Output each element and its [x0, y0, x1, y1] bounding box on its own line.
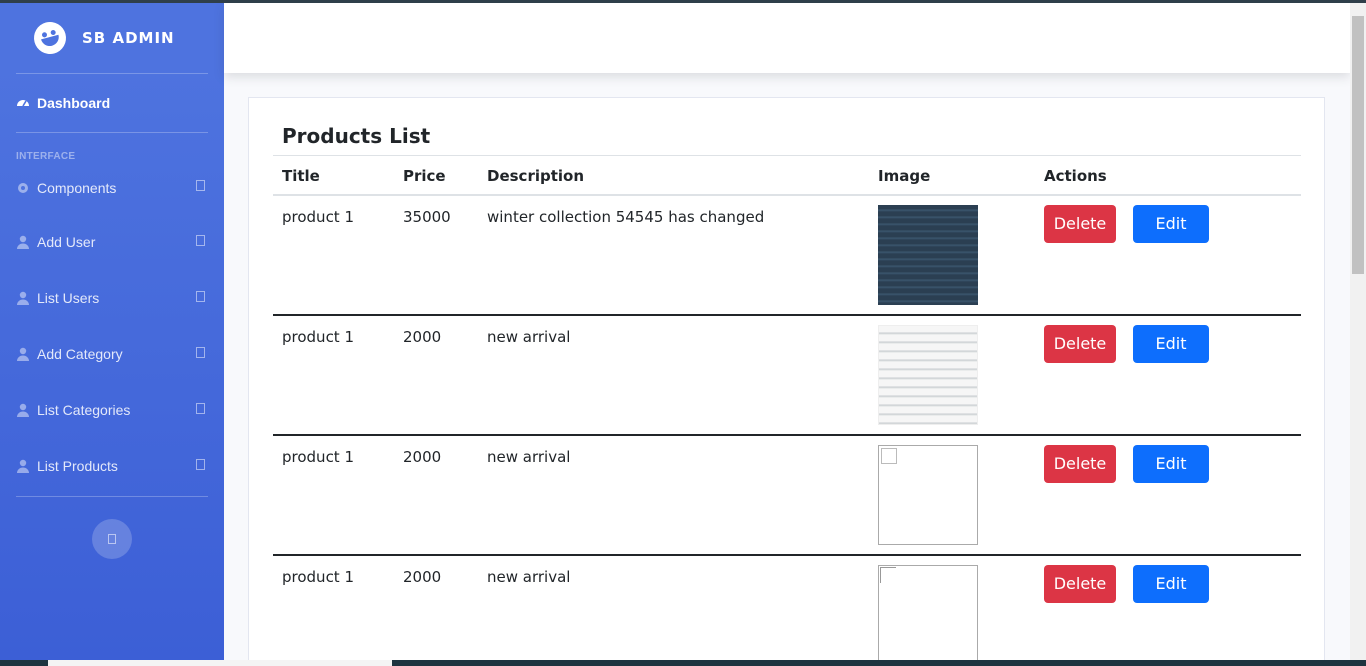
sidebar-item-label: Add User [37, 234, 96, 250]
sidebar-item-dashboard[interactable]: Dashboard [0, 74, 224, 132]
product-image-cell [869, 315, 1035, 435]
user-icon [16, 291, 30, 305]
product-price: 2000 [403, 448, 442, 466]
sidebar-item-components[interactable]: Components [0, 162, 224, 214]
topbar [224, 3, 1350, 73]
sidebar-item-label: List Categories [37, 402, 131, 418]
edit-button[interactable]: Edit [1133, 565, 1209, 603]
user-icon [16, 403, 30, 417]
column-header-image: Image [869, 155, 1035, 196]
brand-name: SB ADMIN [82, 29, 175, 47]
delete-button[interactable]: Delete [1044, 205, 1116, 243]
delete-button[interactable]: Delete [1044, 565, 1116, 603]
scrollbar-thumb[interactable] [1352, 16, 1364, 274]
actions-cell: Delete Edit [1035, 435, 1301, 555]
column-header-description: Description [478, 155, 869, 196]
sidebar-item-add-category[interactable]: Add Category [0, 326, 224, 382]
product-description: new arrival [487, 448, 571, 466]
sidebar-item-list-products[interactable]: List Products [0, 438, 224, 494]
product-title: product 1 [282, 328, 355, 346]
sidebar-item-list-users[interactable]: List Users [0, 270, 224, 326]
chevron-right-icon [196, 180, 205, 191]
actions-cell: Delete Edit [1035, 315, 1301, 435]
product-image-cell [869, 435, 1035, 555]
laugh-wink-icon [30, 18, 70, 58]
sidebar: SB ADMIN Dashboard INTERFACE Components … [0, 3, 224, 660]
table-row: product 1 2000 new arrival Delete Edit [273, 315, 1301, 435]
product-title: product 1 [282, 448, 355, 466]
chevron-right-icon [196, 291, 205, 302]
product-description: new arrival [487, 328, 571, 346]
actions-cell: Delete Edit [1035, 555, 1301, 660]
products-card: Products List Title Price Description Im… [248, 97, 1325, 660]
taskbar [0, 660, 1366, 666]
edit-button[interactable]: Edit [1133, 325, 1209, 363]
table-row: product 1 35000 winter collection 54545 … [273, 195, 1301, 315]
cog-icon [16, 181, 30, 195]
product-description: new arrival [487, 568, 571, 586]
chevron-left-icon [108, 534, 116, 544]
table-row: product 1 2000 new arrival Delete Edit [273, 555, 1301, 660]
products-table: Title Price Description Image Actions pr… [273, 155, 1301, 660]
sidebar-item-label: Dashboard [37, 95, 111, 111]
chevron-right-icon [196, 459, 205, 470]
product-image [878, 565, 978, 660]
actions-cell: Delete Edit [1035, 195, 1301, 315]
broken-image-icon [880, 567, 896, 583]
product-price: 35000 [403, 208, 451, 226]
app-window: SB ADMIN Dashboard INTERFACE Components … [0, 3, 1366, 660]
sidebar-divider [16, 496, 208, 497]
product-image-cell [869, 555, 1035, 660]
tachometer-icon [16, 96, 30, 110]
sidebar-brand[interactable]: SB ADMIN [0, 3, 224, 73]
sidebar-toggle-button[interactable] [92, 519, 132, 559]
sidebar-item-label: List Users [37, 290, 100, 306]
user-icon [16, 459, 30, 473]
chevron-right-icon [196, 235, 205, 246]
product-title: product 1 [282, 568, 355, 586]
edit-button[interactable]: Edit [1133, 205, 1209, 243]
chevron-right-icon [196, 347, 205, 358]
column-header-price: Price [394, 155, 478, 196]
page-title: Products List [282, 124, 431, 148]
user-icon [16, 347, 30, 361]
sidebar-item-add-user[interactable]: Add User [0, 214, 224, 270]
table-header-row: Title Price Description Image Actions [273, 155, 1301, 196]
sidebar-item-label: List Products [37, 458, 118, 474]
table-row: product 1 2000 new arrival Delete Edit [273, 435, 1301, 555]
product-image [878, 205, 978, 305]
column-header-title: Title [273, 155, 394, 196]
product-price: 2000 [403, 568, 442, 586]
sidebar-item-label: Add Category [37, 346, 123, 362]
product-price: 2000 [403, 328, 442, 346]
sidebar-item-list-categories[interactable]: List Categories [0, 382, 224, 438]
product-description: winter collection 54545 has changed [487, 208, 765, 226]
taskbar-item[interactable] [48, 660, 392, 666]
product-title: product 1 [282, 208, 355, 226]
delete-button[interactable]: Delete [1044, 325, 1116, 363]
broken-image-icon [881, 448, 897, 464]
chevron-right-icon [196, 403, 205, 414]
product-image [878, 325, 978, 425]
edit-button[interactable]: Edit [1133, 445, 1209, 483]
product-image [878, 445, 978, 545]
product-image-cell [869, 195, 1035, 315]
vertical-scrollbar[interactable] [1350, 3, 1366, 660]
column-header-actions: Actions [1035, 155, 1301, 196]
delete-button[interactable]: Delete [1044, 445, 1116, 483]
sidebar-item-label: Components [37, 180, 117, 196]
user-icon [16, 235, 30, 249]
